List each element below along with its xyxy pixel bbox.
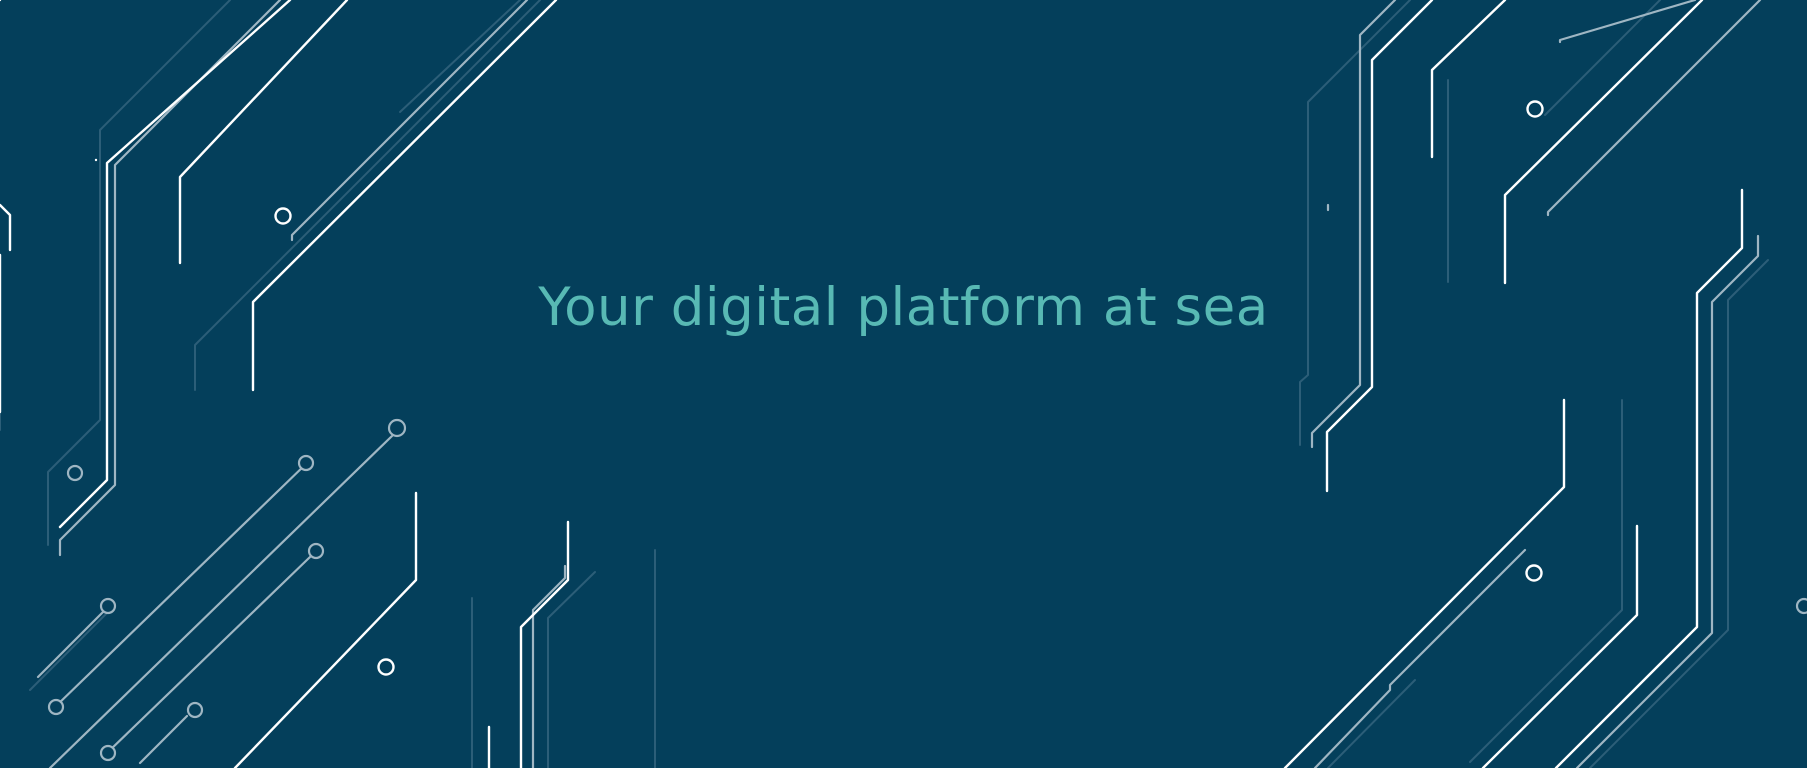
- circuit-lines-decoration: [0, 0, 1807, 768]
- hero-banner: Your digital platform at sea: [0, 0, 1807, 768]
- page-title: Your digital platform at sea: [538, 277, 1269, 338]
